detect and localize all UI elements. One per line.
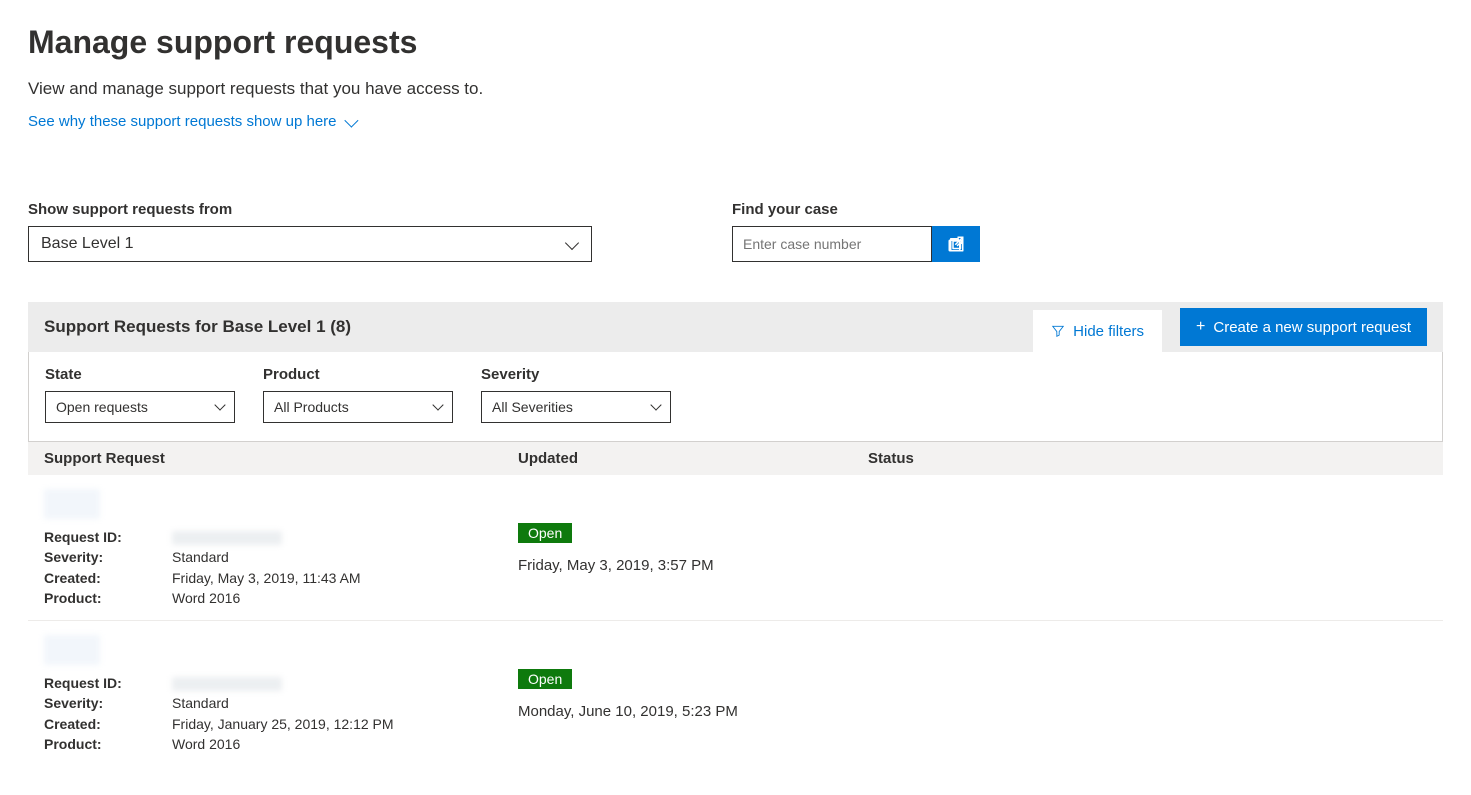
find-case-label: Find your case — [732, 201, 980, 218]
col-header-request: Support Request — [44, 450, 518, 467]
field-product-value: Word 2016 — [172, 590, 240, 606]
field-product-label: Product: — [44, 588, 172, 608]
filter-severity-label: Severity — [481, 366, 671, 383]
page-title: Manage support requests — [28, 24, 1443, 61]
chevron-down-icon — [650, 399, 661, 410]
field-product-label: Product: — [44, 734, 172, 754]
show-from-label: Show support requests from — [28, 201, 592, 218]
field-product-value: Word 2016 — [172, 736, 240, 752]
show-from-select[interactable]: Base Level 1 — [28, 226, 592, 262]
field-created-label: Created: — [44, 714, 172, 734]
col-header-status: Status — [868, 450, 1427, 467]
show-from-value: Base Level 1 — [41, 235, 134, 253]
chevron-down-icon — [214, 399, 225, 410]
info-link[interactable]: See why these support requests show up h… — [28, 113, 355, 130]
filters-row: State Open requests Product All Products… — [28, 352, 1443, 442]
hide-filters-label: Hide filters — [1073, 323, 1144, 340]
field-severity-value: Standard — [172, 549, 229, 565]
field-created-value: Friday, January 25, 2019, 12:12 PM — [172, 716, 394, 732]
filter-state-label: State — [45, 366, 235, 383]
filter-icon — [1051, 324, 1065, 338]
status-badge: Open — [518, 523, 572, 543]
field-severity-label: Severity: — [44, 693, 172, 713]
create-support-request-button[interactable]: + Create a new support request — [1180, 308, 1427, 346]
filter-product-select[interactable]: All Products — [263, 391, 453, 423]
table-row[interactable]: Request ID: Severity:Standard Created:Fr… — [28, 621, 1443, 766]
table-row[interactable]: Request ID: Severity:Standard Created:Fr… — [28, 475, 1443, 621]
filter-product-label: Product — [263, 366, 453, 383]
page-subtitle: View and manage support requests that yo… — [28, 79, 1443, 99]
updated-date: Monday, June 10, 2019, 5:23 PM — [518, 703, 868, 720]
field-severity-value: Standard — [172, 695, 229, 711]
field-severity-label: Severity: — [44, 547, 172, 567]
find-case-submit-button[interactable] — [932, 226, 980, 262]
panel-header: Support Requests for Base Level 1 (8) Hi… — [28, 302, 1443, 352]
status-badge: Open — [518, 669, 572, 689]
hide-filters-button[interactable]: Hide filters — [1033, 310, 1162, 352]
filter-product-value: All Products — [274, 399, 349, 415]
chevron-down-icon — [565, 236, 579, 250]
filter-state-select[interactable]: Open requests — [45, 391, 235, 423]
filter-state-value: Open requests — [56, 399, 148, 415]
filter-severity-select[interactable]: All Severities — [481, 391, 671, 423]
col-header-updated: Updated — [518, 450, 868, 467]
find-case-input[interactable] — [732, 226, 932, 262]
create-btn-label: Create a new support request — [1213, 319, 1411, 336]
field-request-id-label: Request ID: — [44, 527, 172, 547]
chevron-down-icon — [432, 399, 443, 410]
field-created-label: Created: — [44, 568, 172, 588]
field-request-id-label: Request ID: — [44, 673, 172, 693]
redacted-title — [44, 489, 100, 519]
panel-title: Support Requests for Base Level 1 (8) — [44, 317, 1033, 337]
info-link-text: See why these support requests show up h… — [28, 113, 337, 130]
open-external-icon — [947, 235, 965, 253]
chevron-down-icon — [344, 113, 358, 127]
field-created-value: Friday, May 3, 2019, 11:43 AM — [172, 570, 361, 586]
filter-severity-value: All Severities — [492, 399, 573, 415]
updated-date: Friday, May 3, 2019, 3:57 PM — [518, 557, 868, 574]
redacted-id — [172, 531, 282, 545]
redacted-id — [172, 677, 282, 691]
redacted-title — [44, 635, 100, 665]
plus-icon: + — [1196, 319, 1205, 335]
table-header: Support Request Updated Status — [28, 442, 1443, 475]
